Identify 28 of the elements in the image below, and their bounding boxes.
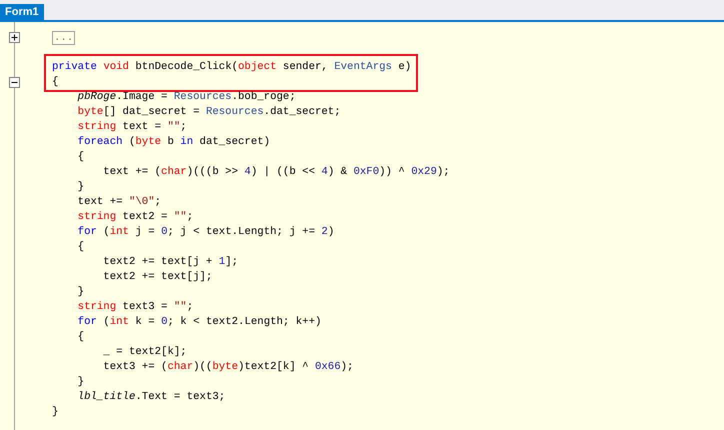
- collapse-icon[interactable]: [9, 77, 20, 88]
- code-line: string text2 = "";: [76, 210, 194, 226]
- code-line: string text = "";: [76, 120, 187, 136]
- code-line: for (int k = 0; k < text2.Length; k++): [76, 315, 322, 330]
- code-line: text += (char)(((b >> 4) | ((b << 4) & 0xF0)) ^ 0x29);: [102, 165, 450, 180]
- code-line: }: [76, 180, 84, 196]
- code-line: {: [76, 330, 84, 346]
- collapsed-code-button[interactable]: ...: [52, 30, 76, 44]
- code-line: text += "\0";: [76, 195, 162, 210]
- code-line: _ = text2[k];: [102, 345, 187, 360]
- code-line: text2 += text[j];: [102, 270, 212, 286]
- code-line: string text3 = "";: [76, 300, 194, 316]
- code-line: }: [52, 405, 58, 420]
- code-line: }: [76, 375, 84, 390]
- code-line: }: [76, 285, 84, 300]
- code-line: {: [76, 240, 84, 256]
- code-line: private void btnDecode_Click(object sender, EventArgs e): [52, 60, 412, 76]
- code-line: {: [52, 75, 58, 90]
- code-line: text3 += (char)((byte)text2[k] ^ 0x66);: [102, 360, 354, 376]
- code-line: lbl_title.Text = text3;: [76, 390, 226, 406]
- code-line: foreach (byte b in dat_secret): [76, 135, 270, 150]
- code-line: pbRoge.Image = Resources.bob_roge;: [76, 90, 296, 106]
- code-line: text2 += text[j + 1];: [102, 255, 238, 270]
- document-tab[interactable]: Form1: [0, 4, 44, 20]
- code-line: {: [76, 150, 84, 166]
- expand-icon[interactable]: [9, 32, 20, 43]
- code-line: byte[] dat_secret = Resources.dat_secret;: [76, 105, 341, 120]
- code-line: for (int j = 0; j < text.Length; j += 2): [76, 225, 334, 240]
